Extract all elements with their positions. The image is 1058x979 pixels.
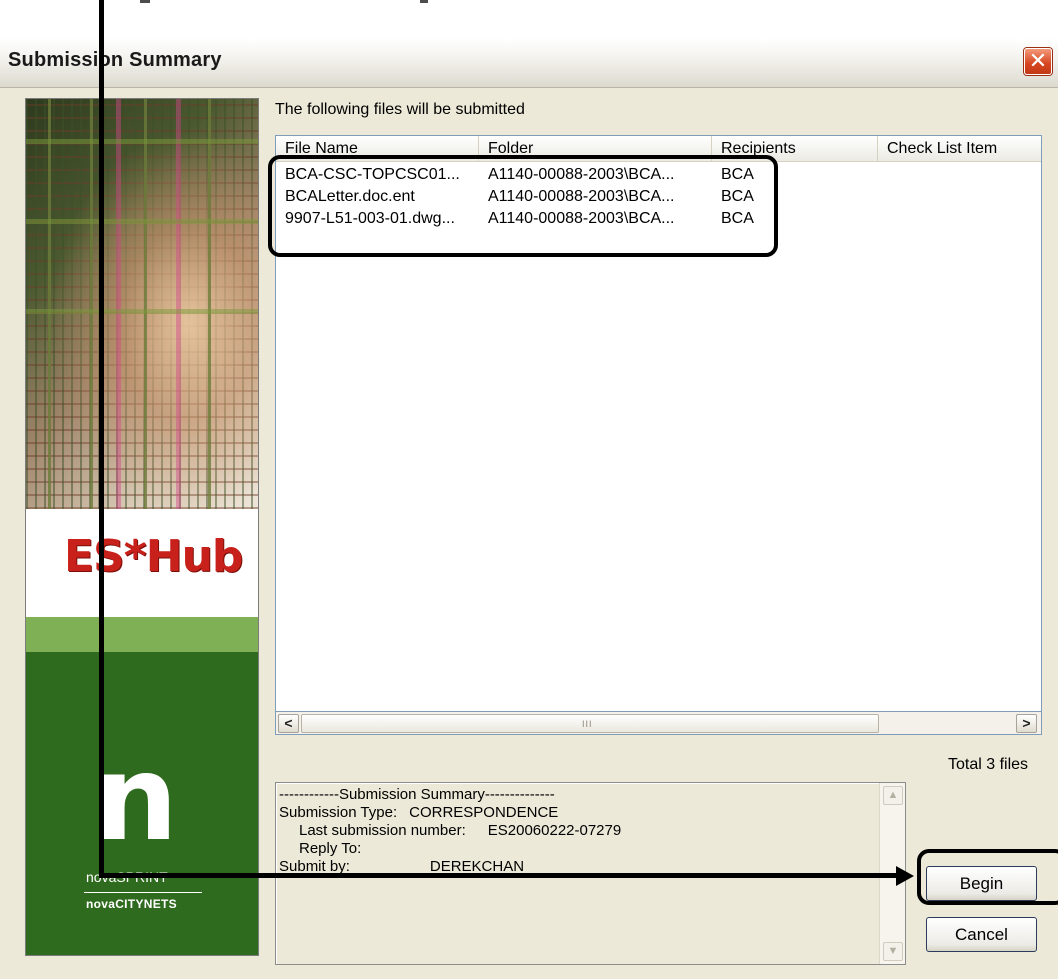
table-row[interactable]: BCA-CSC-TOPCSC01... A1140-00088-2003\BCA… xyxy=(276,164,1041,186)
top-edge-fragment xyxy=(140,0,150,3)
submission-type-line: Submission Type: CORRESPONDENCE xyxy=(279,804,621,822)
last-submission-label: Last submission number: xyxy=(299,822,466,839)
grip-icon: III xyxy=(582,719,593,729)
file-name-cell: BCA-CSC-TOPCSC01... xyxy=(285,166,460,183)
reply-to-label: Reply To: xyxy=(299,840,362,857)
folder-cell: A1140-00088-2003\BCA... xyxy=(488,166,675,183)
scrollbar-thumb[interactable]: III xyxy=(301,714,879,733)
summary-header: ------------Submission Summary----------… xyxy=(279,786,555,803)
chevron-down-icon: ▼ xyxy=(887,945,899,957)
submission-summary-dialog: Submission Summary ✕ ES*Hub n novaSPRINT… xyxy=(0,38,1058,979)
column-header-folder[interactable]: Folder xyxy=(479,136,712,162)
scroll-left-button[interactable]: < xyxy=(278,714,299,733)
column-header-recipients[interactable]: Recipients xyxy=(712,136,878,162)
file-list-horizontal-scrollbar[interactable]: < III > xyxy=(275,712,1042,735)
close-button[interactable]: ✕ xyxy=(1024,48,1052,75)
submit-by-line: Submit by: DEREKCHAN xyxy=(279,858,621,876)
column-header-file-name[interactable]: File Name xyxy=(276,136,479,162)
files-caption: The following files will be submitted xyxy=(275,101,525,118)
file-name-cell: 9907-L51-003-01.dwg... xyxy=(285,210,455,227)
brand-divider xyxy=(84,892,202,893)
scroll-right-button[interactable]: > xyxy=(1016,714,1037,733)
begin-button[interactable]: Begin xyxy=(926,866,1037,901)
submit-by-label: Submit by: xyxy=(279,858,350,875)
product-banner: ES*Hub n novaSPRINT novaCITYNETS xyxy=(25,98,259,956)
column-header-check-list-item[interactable]: Check List Item xyxy=(878,136,1041,162)
brand-primary: novaSPRINT xyxy=(86,869,168,885)
file-list-header: File Name Folder Recipients Check List I… xyxy=(276,136,1041,162)
banner-divider xyxy=(26,617,258,652)
title-bar[interactable]: Submission Summary ✕ xyxy=(0,38,1058,88)
file-list[interactable]: File Name Folder Recipients Check List I… xyxy=(275,135,1042,712)
brand-letter: n xyxy=(94,729,179,867)
chevron-right-icon: > xyxy=(1022,715,1031,731)
total-files-label: Total 3 files xyxy=(948,756,1029,773)
scroll-up-button[interactable]: ▲ xyxy=(883,786,903,805)
last-submission-line: Last submission number: ES20060222-07279 xyxy=(279,822,621,840)
scroll-down-button[interactable]: ▼ xyxy=(883,942,903,961)
folder-cell: A1140-00088-2003\BCA... xyxy=(488,188,675,205)
banner-photo xyxy=(26,99,258,509)
top-edge-fragment xyxy=(420,0,428,3)
table-row[interactable]: 9907-L51-003-01.dwg... A1140-00088-2003\… xyxy=(276,208,1041,230)
submission-type-label: Submission Type: xyxy=(279,804,398,821)
recipient-cell: BCA xyxy=(721,166,754,183)
brand-panel: n novaSPRINT novaCITYNETS xyxy=(26,652,258,955)
recipient-cell: BCA xyxy=(721,188,754,205)
last-submission-value: ES20060222-07279 xyxy=(487,822,622,839)
recipient-cell: BCA xyxy=(721,210,754,227)
table-row[interactable]: BCALetter.doc.ent A1140-00088-2003\BCA..… xyxy=(276,186,1041,208)
summary-vertical-scrollbar[interactable]: ▲ ▼ xyxy=(879,783,905,964)
submit-by-value: DEREKCHAN xyxy=(429,858,525,875)
brand-secondary: novaCITYNETS xyxy=(86,897,177,911)
chevron-left-icon: < xyxy=(284,715,293,731)
logo-text: ES*Hub xyxy=(64,531,243,582)
cancel-button[interactable]: Cancel xyxy=(926,917,1037,952)
window-title: Submission Summary xyxy=(8,49,222,71)
reply-to-line: Reply To: xyxy=(279,840,621,858)
file-name-cell: BCALetter.doc.ent xyxy=(285,188,415,205)
chevron-up-icon: ▲ xyxy=(887,789,899,801)
submission-summary-text[interactable]: ------------Submission Summary----------… xyxy=(275,782,906,965)
submission-type-value: CORRESPONDENCE xyxy=(409,804,559,821)
eshub-logo: ES*Hub xyxy=(26,509,258,617)
close-icon: ✕ xyxy=(1028,48,1048,73)
folder-cell: A1140-00088-2003\BCA... xyxy=(488,210,675,227)
